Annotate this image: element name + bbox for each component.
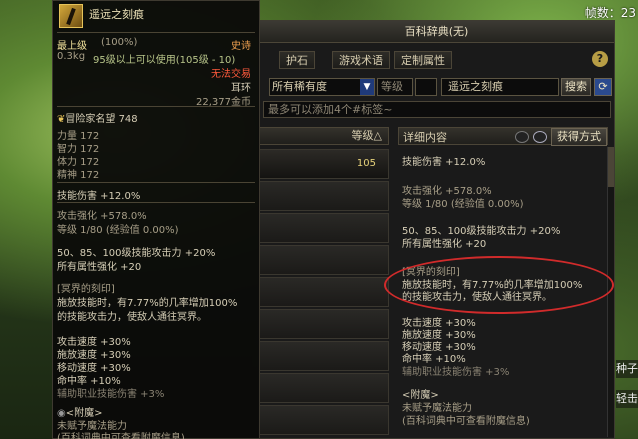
detail-header: 详细内容 获得方式	[398, 127, 608, 146]
side-label-light: 轻击	[616, 390, 638, 408]
help-button[interactable]: ?	[592, 51, 608, 67]
tab-custom-attr[interactable]: 定制属性	[394, 51, 452, 69]
chevron-down-icon: ▼	[360, 79, 374, 95]
tip-level-exp: 等级 1/80 (经验值 0.00%)	[57, 225, 179, 236]
earring-item-icon	[59, 4, 83, 28]
tip-all-attr: 所有属性强化 +20	[57, 262, 142, 273]
reputation: ❦冒险家名望 748	[57, 110, 138, 125]
level-input[interactable]	[415, 78, 437, 96]
item-rarity: 史诗	[231, 41, 251, 52]
list-item[interactable]	[259, 309, 389, 339]
list-item[interactable]	[259, 181, 389, 211]
item-untradeable: 无法交易	[211, 69, 251, 80]
item-tooltip: 遥远之刻痕 最上级 (100%) 史诗 0.3kg 95级以上可以使用(105级…	[52, 0, 260, 439]
window-title: 百科辞典(无)	[259, 21, 614, 43]
detail-panel: 详细内容 获得方式 技能伤害 +12.0% 攻击强化 +578.0% 等级 1/…	[398, 127, 608, 439]
detail-aux-skill: 辅助职业技能伤害 +3%	[402, 367, 510, 378]
tip-aux-skill: 辅助职业技能伤害 +3%	[57, 389, 165, 400]
detail-header-label: 详细内容	[403, 131, 447, 144]
detail-all-attr: 所有属性强化 +20	[402, 239, 487, 250]
encyclopedia-window: 百科辞典(无) 护石 游戏术语 定制属性 ? 所有稀有度 ▼ 等级 遥远之刻痕 …	[258, 20, 615, 439]
tip-skill-damage: 技能伤害 +12.0%	[57, 191, 141, 202]
list-item[interactable]	[259, 277, 389, 307]
divider	[57, 32, 255, 33]
divider	[57, 182, 255, 183]
detail-mark-line2: 的技能攻击力，使敌人通往冥界。	[402, 292, 552, 303]
list-item[interactable]: 105	[259, 149, 389, 179]
eye-icon[interactable]	[533, 131, 547, 143]
level-label: 等级	[377, 78, 413, 96]
search-input[interactable]: 遥远之刻痕	[441, 78, 559, 96]
divider	[57, 106, 255, 107]
tab-game-terms[interactable]: 游戏术语	[332, 51, 390, 69]
detail-skill-damage: 技能伤害 +12.0%	[402, 157, 486, 168]
list-item[interactable]	[259, 341, 389, 371]
tags-input[interactable]: 最多可以添加4个#标签~	[263, 101, 611, 118]
side-label-seed: 种子	[616, 360, 638, 378]
item-requirement: 95级以上可以使用(105级 - 10)	[93, 55, 236, 66]
divider	[57, 202, 255, 203]
tip-mark-line2: 的技能攻击力，使敌人通往冥界。	[57, 312, 207, 323]
list-header-level[interactable]: 等级△	[259, 127, 389, 145]
list-item[interactable]	[259, 405, 389, 435]
detail-enchant-note: (百科词典中可查看附魔信息)	[402, 416, 530, 427]
tip-mark-line1: 施放技能时，有7.77%的几率增加100%	[57, 298, 238, 309]
rarity-select-value: 所有稀有度	[272, 80, 327, 93]
detail-scrollbar[interactable]	[607, 147, 614, 437]
item-slot: 耳环	[231, 83, 251, 94]
list-item[interactable]	[259, 373, 389, 403]
detail-level-exp: 等级 1/80 (经验值 0.00%)	[402, 199, 524, 210]
tip-enchant-note: (百科词典中可查看附魔信息)	[57, 433, 185, 439]
tab-bar: 护石 游戏术语 定制属性	[259, 51, 614, 69]
list-item[interactable]	[259, 245, 389, 275]
compare-icon[interactable]	[515, 131, 529, 143]
list-item[interactable]	[259, 213, 389, 243]
item-grade-pct: (100%)	[101, 37, 138, 48]
stat-spi: 精神 172	[57, 170, 100, 181]
tip-atk-boost: 攻击强化 +578.0%	[57, 211, 147, 222]
item-grade: 最上级	[57, 41, 87, 52]
refresh-icon[interactable]: ⟳	[594, 78, 612, 96]
search-button[interactable]: 搜索	[561, 78, 591, 96]
item-name: 遥远之刻痕	[89, 8, 144, 21]
tab-talisman[interactable]: 护石	[279, 51, 315, 69]
reputation-value: 冒险家名望 748	[65, 114, 138, 125]
tip-mark-title: [冥界的刻印]	[57, 284, 115, 295]
item-weight: 0.3kg	[57, 51, 86, 62]
obtain-method-button[interactable]: 获得方式	[551, 128, 607, 146]
list-item-level: 105	[356, 158, 376, 169]
filter-bar: 所有稀有度 ▼ 等级 遥远之刻痕 搜索 ⟳	[263, 78, 612, 98]
scroll-thumb[interactable]	[608, 147, 614, 187]
fatigue-counter: 帧数：23	[584, 6, 636, 20]
tip-skill-atk: 50、85、100级技能攻击力 +20%	[57, 248, 216, 259]
rarity-select[interactable]: 所有稀有度 ▼	[269, 78, 375, 96]
